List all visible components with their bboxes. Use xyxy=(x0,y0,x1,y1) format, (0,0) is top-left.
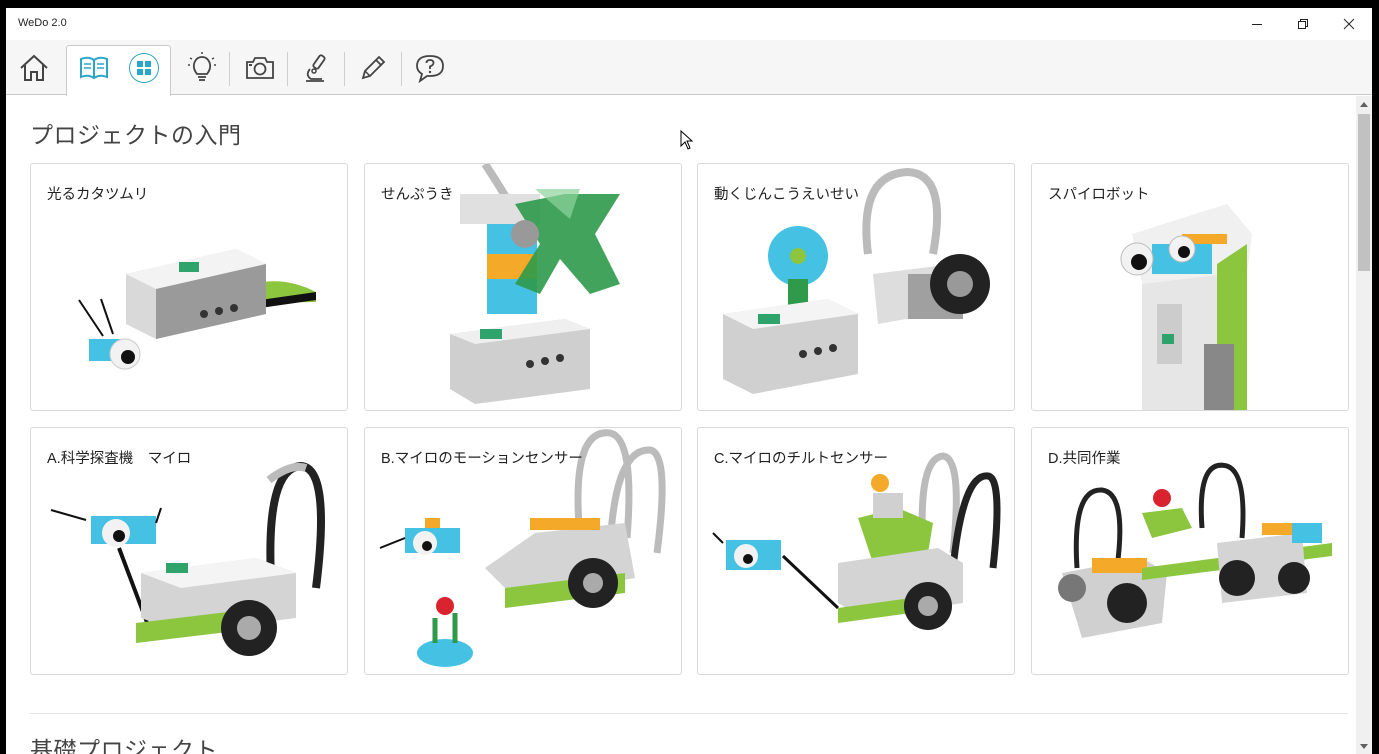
section-title-getting-started: プロジェクトの入門 xyxy=(30,122,242,148)
edit-button[interactable] xyxy=(355,40,391,95)
card-title: C.マイロのチルトセンサー xyxy=(714,451,888,467)
toolbar-divider xyxy=(287,52,288,86)
card-title: 光るカタツムリ xyxy=(47,187,149,203)
scroll-thumb[interactable] xyxy=(1358,114,1370,271)
app-window: WeDo 2.0 プロジェクトの入門 光るカタツムリ せんぷうき 動くじんこうえ… xyxy=(6,8,1372,754)
microscope-icon xyxy=(306,53,326,82)
book-button[interactable] xyxy=(76,40,112,95)
help-button[interactable] xyxy=(412,40,448,95)
pencil-icon xyxy=(361,55,386,79)
project-card-collaboration[interactable]: D.共同作業 xyxy=(1031,427,1349,675)
design-button[interactable] xyxy=(184,40,220,95)
card-title: A.科学探査機 マイロ xyxy=(47,451,192,467)
grid-icon xyxy=(137,60,151,75)
scroll-up-button[interactable] xyxy=(1356,96,1372,112)
chevron-up-icon xyxy=(1360,101,1368,107)
section-title-basic-projects: 基礎プロジェクト xyxy=(30,737,218,754)
restore-icon xyxy=(1298,19,1308,29)
card-title: 動くじんこうえいせい xyxy=(714,187,859,203)
home-icon xyxy=(20,54,48,81)
mouse-cursor-icon xyxy=(680,130,694,150)
toolbar-divider xyxy=(344,52,345,86)
toolbar-divider xyxy=(229,52,230,86)
project-card-milo-motion-sensor[interactable]: B.マイロのモーションセンサー xyxy=(364,427,682,675)
card-title: スパイロボット xyxy=(1048,187,1150,203)
help-icon xyxy=(416,54,444,83)
main-toolbar xyxy=(6,40,1372,96)
card-title: せんぷうき xyxy=(381,187,454,203)
minimize-icon xyxy=(1252,24,1262,25)
window-title: WeDo 2.0 xyxy=(18,17,67,29)
lightbulb-icon xyxy=(188,51,216,81)
card-title: B.マイロのモーションセンサー xyxy=(381,451,583,467)
scroll-down-button[interactable] xyxy=(1356,738,1372,754)
project-card-glowing-snail[interactable]: 光るカタツムリ xyxy=(30,163,348,411)
card-title: D.共同作業 xyxy=(1048,451,1121,467)
title-bar: WeDo 2.0 xyxy=(6,8,1372,40)
project-card-fan[interactable]: せんぷうき xyxy=(364,163,682,411)
chevron-down-icon xyxy=(1360,743,1368,749)
home-button[interactable] xyxy=(14,40,54,95)
camera-icon xyxy=(246,56,274,79)
grid-view-circle xyxy=(129,52,159,83)
project-card-milo-tilt-sensor[interactable]: C.マイロのチルトセンサー xyxy=(697,427,1015,675)
grid-view-button[interactable] xyxy=(126,40,162,95)
project-library: プロジェクトの入門 光るカタツムリ せんぷうき 動くじんこうえいせい スパイロボ… xyxy=(6,96,1356,754)
minimize-button[interactable] xyxy=(1234,8,1280,40)
camera-button[interactable] xyxy=(242,40,278,95)
documentation-button[interactable] xyxy=(298,40,334,95)
book-icon xyxy=(80,56,108,79)
project-card-milo-science-rover[interactable]: A.科学探査機 マイロ xyxy=(30,427,348,675)
close-icon xyxy=(1343,18,1355,30)
restore-button[interactable] xyxy=(1280,8,1326,40)
close-button[interactable] xyxy=(1326,8,1372,40)
section-divider xyxy=(30,713,1348,714)
project-card-moving-satellite[interactable]: 動くじんこうえいせい xyxy=(697,163,1015,411)
toolbar-divider xyxy=(401,52,402,86)
project-card-spy-robot[interactable]: スパイロボット xyxy=(1031,163,1349,411)
vertical-scrollbar[interactable] xyxy=(1356,96,1372,754)
